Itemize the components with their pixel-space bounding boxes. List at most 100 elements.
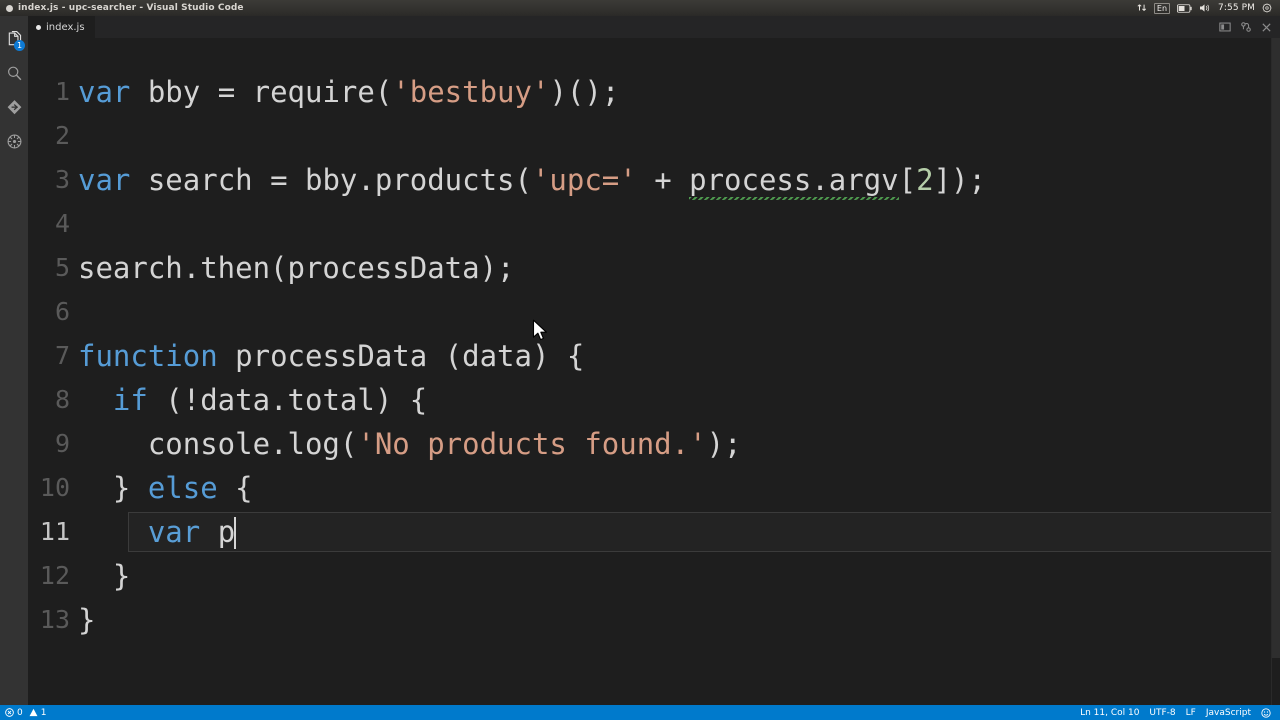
unsaved-dot-icon — [36, 24, 41, 30]
code-line-text: var search = bby.products('upc=' + proce… — [78, 158, 1280, 202]
code-line-text: var bby = require('bestbuy')(); — [78, 70, 1280, 114]
sidebar-item-explorer[interactable]: 1 — [0, 22, 28, 56]
battery-icon[interactable] — [1177, 3, 1192, 13]
line-number: 1 — [54, 77, 70, 106]
close-icon[interactable] — [1261, 22, 1272, 33]
smiley-icon[interactable] — [1261, 707, 1271, 718]
code-token: if — [112, 383, 148, 417]
search-icon — [7, 66, 21, 80]
code-line-text: search.then(processData); — [78, 246, 1280, 290]
volume-icon[interactable] — [1199, 3, 1211, 13]
code-line[interactable]: 9 console.log('No products found.'); — [28, 422, 1280, 466]
code-token: console.log( — [78, 427, 358, 461]
line-number: 2 — [54, 121, 70, 150]
code-lines: 1 var bby = require('bestbuy')(); 2 3 var se… — [28, 70, 1280, 642]
clock[interactable]: 7:55 PM — [1218, 3, 1255, 13]
error-count: 0 — [17, 707, 23, 718]
status-cursor-position[interactable]: Ln 11, Col 10 — [1080, 708, 1139, 718]
warning-triangle-icon — [29, 708, 38, 717]
editor-scrollbar-thumb[interactable] — [1272, 38, 1280, 658]
code-token: )(); — [549, 75, 620, 109]
error-circle-icon — [5, 708, 14, 717]
keyboard-layout-indicator[interactable]: En — [1153, 2, 1171, 14]
text-caret — [234, 517, 237, 549]
activity-bar: 1 — [0, 16, 28, 705]
explorer-badge: 1 — [14, 40, 25, 51]
code-token: 'bestbuy' — [392, 75, 550, 109]
app-indicator-dot — [6, 4, 13, 12]
warning-count: 1 — [40, 707, 47, 718]
code-token: var — [147, 515, 201, 549]
line-number: 6 — [54, 297, 70, 326]
code-token: ); — [706, 427, 742, 461]
source-control-icon — [7, 99, 21, 114]
code-line-text: if (!data.total) { — [78, 378, 1280, 422]
workbench-body: 1 index.js 1 var bby = require('bestbuy'… — [0, 16, 1280, 705]
code-token: process.argv — [689, 163, 899, 200]
code-token: } — [78, 559, 131, 593]
gear-icon[interactable] — [1262, 3, 1272, 13]
code-line[interactable]: 5 search.then(processData); — [28, 246, 1280, 290]
line-number: 13 — [39, 605, 70, 634]
code-editor[interactable]: 1 var bby = require('bestbuy')(); 2 3 var se… — [28, 38, 1280, 705]
editor-group: index.js 1 var bby = require('bestbuy')(… — [28, 16, 1280, 705]
code-token: var — [78, 75, 131, 109]
line-number: 9 — [54, 429, 70, 458]
code-token: ]); — [933, 163, 986, 197]
tab-index-js[interactable]: index.js — [28, 16, 95, 38]
code-line[interactable]: 12 } — [28, 554, 1280, 598]
code-line[interactable]: 3 var search = bby.products('upc=' + proc… — [28, 158, 1280, 202]
code-token: search.then(processData); — [78, 251, 515, 285]
code-token: function — [78, 339, 218, 373]
code-token: 2 — [916, 163, 934, 197]
vscode-window: index.js - upc-searcher - Visual Studio … — [0, 0, 1280, 720]
code-line[interactable]: 2 — [28, 114, 1280, 158]
line-number: 4 — [54, 209, 70, 238]
code-token: bby = require( — [130, 75, 393, 109]
status-language-mode[interactable]: JavaScript — [1206, 708, 1251, 718]
status-eol[interactable]: LF — [1186, 708, 1196, 718]
code-token: search = bby.products( — [130, 163, 532, 197]
code-line[interactable]: 13} — [28, 598, 1280, 642]
line-number: 7 — [54, 341, 70, 370]
sidebar-item-source-control[interactable] — [0, 90, 28, 124]
window-title: index.js - upc-searcher - Visual Studio … — [18, 3, 244, 13]
network-updown-icon[interactable] — [1137, 3, 1147, 13]
current-line-highlight — [128, 512, 1278, 552]
code-line[interactable]: 10 } else { — [28, 466, 1280, 510]
editor-actions — [1211, 16, 1280, 38]
code-token: { — [217, 471, 253, 505]
tab-bar: index.js — [28, 16, 1280, 38]
line-number: 5 — [54, 253, 70, 282]
code-line-text: } — [78, 554, 1280, 598]
code-token: } — [78, 471, 148, 505]
code-token: (!data.total) { — [147, 383, 428, 417]
code-line-text: console.log('No products found.'); — [78, 422, 1280, 466]
os-bar-left: index.js - upc-searcher - Visual Studio … — [6, 3, 244, 13]
code-line-text: } else { — [78, 466, 1280, 510]
sidebar-item-search[interactable] — [0, 56, 28, 90]
code-token: p — [200, 515, 236, 549]
sidebar-item-extensions[interactable] — [0, 124, 28, 158]
line-number: 10 — [39, 473, 70, 502]
line-number: 3 — [54, 165, 70, 194]
status-bar-right: Ln 11, Col 10 UTF-8 LF JavaScript — [1080, 708, 1275, 718]
code-line-text: } — [78, 598, 1280, 642]
status-encoding[interactable]: UTF-8 — [1149, 708, 1175, 718]
code-token: + — [636, 163, 690, 197]
tab-bar-spacer — [94, 16, 1211, 38]
code-line[interactable]: 6 — [28, 290, 1280, 334]
extensions-icon — [7, 134, 21, 148]
code-line[interactable]: 11 var p — [28, 510, 1280, 554]
editor-vertical-scrollbar[interactable] — [1271, 38, 1280, 705]
code-line[interactable]: 7 function processData (data) { — [28, 334, 1280, 378]
code-line[interactable]: 1 var bby = require('bestbuy')(); — [28, 70, 1280, 114]
code-token: [ — [898, 163, 917, 197]
code-token: else — [147, 471, 218, 505]
code-line[interactable]: 8 if (!data.total) { — [28, 378, 1280, 422]
split-editor-icon[interactable] — [1219, 21, 1231, 33]
status-problems[interactable]: 0 1 — [5, 708, 46, 718]
code-line[interactable]: 4 — [28, 202, 1280, 246]
open-changes-icon[interactable] — [1240, 21, 1252, 33]
